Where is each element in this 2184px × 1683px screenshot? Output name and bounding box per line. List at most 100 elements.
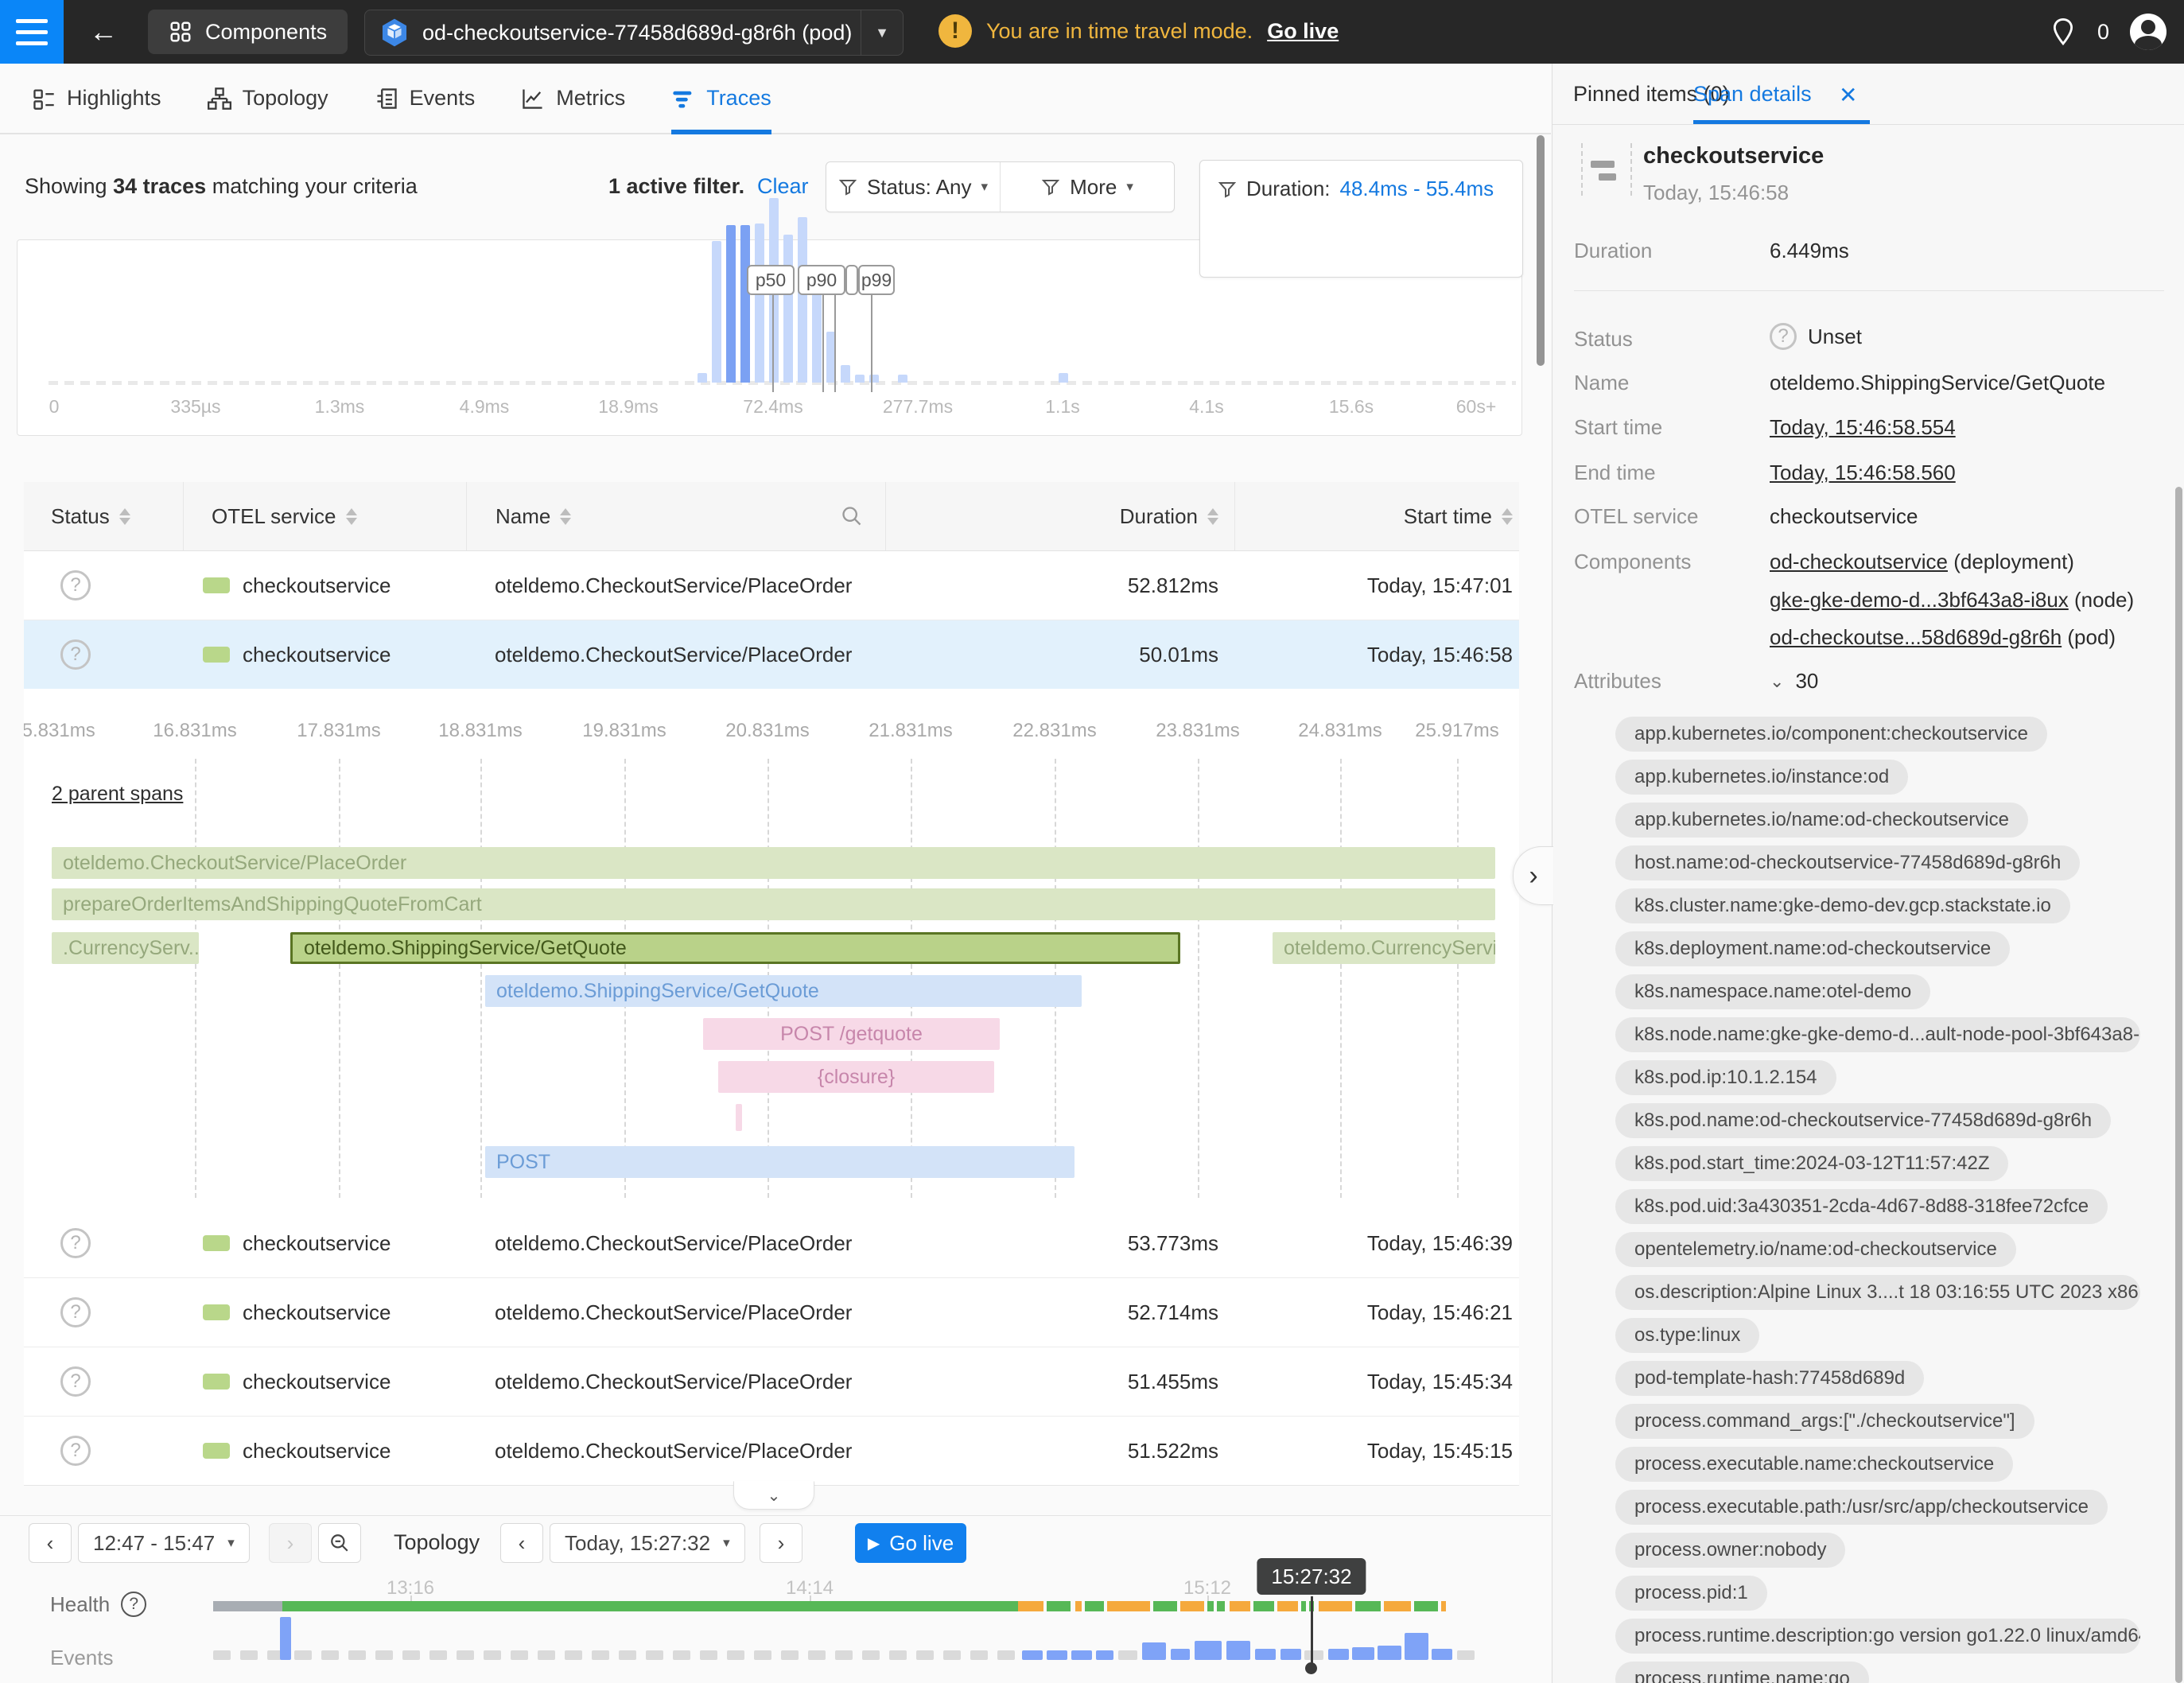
attributes-toggle[interactable]: ⌄ 30 [1770,669,1818,694]
time-cursor-handle[interactable] [1305,1662,1317,1674]
event-bar[interactable] [1142,1642,1166,1660]
histogram-bar[interactable] [841,365,850,383]
more-filters-button[interactable]: More▾ [1000,162,1174,212]
components-button[interactable]: Components [148,10,348,54]
event-bar[interactable] [1255,1649,1276,1660]
sort-icon[interactable] [119,508,130,525]
go-live-link[interactable]: Go live [1267,19,1339,44]
percentile-marker-p90[interactable]: p90 [798,265,845,295]
event-bar[interactable] [1352,1647,1374,1660]
back-arrow-icon[interactable]: ← [89,14,118,49]
time-next-button[interactable]: › [760,1523,802,1563]
main-scrollbar-thumb[interactable] [1537,135,1545,366]
table-row[interactable]: ?checkoutserviceoteldemo.CheckoutService… [24,1347,1519,1416]
event-bar[interactable] [1071,1650,1092,1660]
component-deployment-link[interactable]: od-checkoutservice [1770,550,1948,573]
time-prev-button[interactable]: ‹ [500,1523,543,1563]
histogram-bar[interactable] [740,225,750,383]
pin-icon[interactable] [2050,17,2077,47]
histogram-bar[interactable] [855,375,865,383]
column-header-duration[interactable]: Duration [885,482,1234,550]
event-bar[interactable] [1405,1633,1428,1660]
table-row[interactable]: ?checkoutserviceoteldemo.CheckoutService… [24,1209,1519,1277]
help-icon[interactable]: ? [121,1592,146,1617]
event-bar[interactable] [1280,1649,1301,1660]
range-prev-button[interactable]: ‹ [29,1523,72,1563]
histogram-bar[interactable] [712,241,721,383]
percentile-marker-hidden[interactable] [845,265,858,295]
tab-events[interactable]: Events [375,64,476,133]
parent-spans-link[interactable]: 2 parent spans [52,783,183,806]
expand-rows-button[interactable]: ⌄ [733,1481,814,1510]
tab-traces[interactable]: Traces [671,64,771,133]
event-bar[interactable] [1304,1650,1323,1660]
component-pod-link[interactable]: od-checkoutse...58d689d-g8r6h [1770,625,2062,649]
tab-highlights[interactable]: Highlights [32,64,161,133]
sort-icon[interactable] [1502,508,1513,525]
range-next-button[interactable]: › [269,1523,312,1563]
event-bar[interactable] [1022,1650,1043,1660]
panel-scrollbar-thumb[interactable] [2175,487,2182,1683]
histogram-bar[interactable] [812,293,822,383]
clear-filters-link[interactable]: Clear [757,174,809,199]
histogram-bar[interactable] [898,375,907,383]
span-bar[interactable]: .CurrencyServ... [52,932,199,964]
span-bar[interactable] [736,1104,742,1131]
avatar[interactable] [2130,14,2167,50]
span-bar[interactable]: oteldemo.ShippingService/GetQuote [290,932,1180,964]
span-bar[interactable]: prepareOrderItemsAndShippingQuoteFromCar… [52,888,1495,920]
end-time-link[interactable]: Today, 15:46:58.560 [1770,461,1956,485]
table-row[interactable]: ?checkoutserviceoteldemo.CheckoutService… [24,1416,1519,1485]
event-bar[interactable] [1432,1649,1452,1660]
column-header-start-time[interactable]: Start time [1234,482,1519,550]
event-bar[interactable] [1328,1649,1349,1660]
event-bar[interactable] [1118,1650,1137,1660]
time-cursor-line[interactable] [1311,1596,1313,1668]
span-bar[interactable]: {closure} [718,1061,994,1093]
column-header-otel-service[interactable]: OTEL service [183,482,466,550]
status-filter-button[interactable]: Status: Any▾ [826,162,1000,212]
event-bar[interactable] [1378,1646,1401,1660]
close-icon[interactable]: ✕ [1839,82,1857,108]
zoom-out-icon[interactable] [318,1523,361,1563]
tab-metrics[interactable]: Metrics [521,64,625,133]
span-bar[interactable]: oteldemo.CheckoutService/PlaceOrder [52,847,1495,879]
event-bar[interactable] [1047,1650,1067,1660]
span-bar[interactable]: POST [485,1146,1075,1178]
tab-topology[interactable]: Topology [208,64,328,133]
event-bar[interactable] [1195,1641,1222,1660]
start-time-link[interactable]: Today, 15:46:58.554 [1770,415,1956,440]
event-bar[interactable] [280,1617,291,1660]
sort-icon[interactable] [346,508,357,525]
table-row[interactable]: ?checkoutserviceoteldemo.CheckoutService… [24,620,1519,689]
column-header-status[interactable]: Status [24,482,183,550]
event-bar[interactable] [1096,1650,1113,1660]
component-selector[interactable]: od-checkoutservice-77458d689d-g8r6h (pod… [364,10,904,56]
sort-icon[interactable] [1207,508,1218,525]
span-bar[interactable]: oteldemo.CurrencyService/Co [1273,932,1495,964]
duration-filter-panel[interactable]: Duration: 48.4ms - 55.4ms [1199,160,1523,278]
span-bar[interactable]: POST /getquote [703,1018,1000,1050]
event-bar[interactable] [1457,1650,1475,1660]
histogram-bar[interactable] [783,235,793,383]
histogram-bar[interactable] [755,223,764,383]
percentile-marker-p99[interactable]: p99 [858,265,895,295]
column-header-name[interactable]: Name [466,482,885,550]
histogram-bar[interactable] [1059,373,1068,383]
histogram-bar[interactable] [698,373,707,383]
table-row[interactable]: ?checkoutserviceoteldemo.CheckoutService… [24,551,1519,620]
span-bar[interactable]: oteldemo.ShippingService/GetQuote [485,975,1082,1007]
component-node-link[interactable]: gke-gke-demo-d...3bf643a8-i8ux [1770,588,2069,612]
go-live-button[interactable]: ▶Go live [855,1523,966,1563]
tab-span-details[interactable]: Span details [1693,82,1812,107]
sort-icon[interactable] [560,508,571,525]
histogram-bar[interactable] [798,217,807,383]
event-bar[interactable] [1226,1641,1250,1660]
percentile-marker-p50[interactable]: p50 [747,265,795,295]
table-row[interactable]: ?checkoutserviceoteldemo.CheckoutService… [24,1277,1519,1347]
component-selector-caret[interactable]: ▼ [861,10,903,55]
event-bar[interactable] [1171,1649,1190,1660]
timestamp-select[interactable]: Today, 15:27:32▾ [550,1523,745,1563]
time-range-select[interactable]: 12:47 - 15:47▾ [78,1523,250,1563]
search-icon[interactable] [841,505,863,527]
